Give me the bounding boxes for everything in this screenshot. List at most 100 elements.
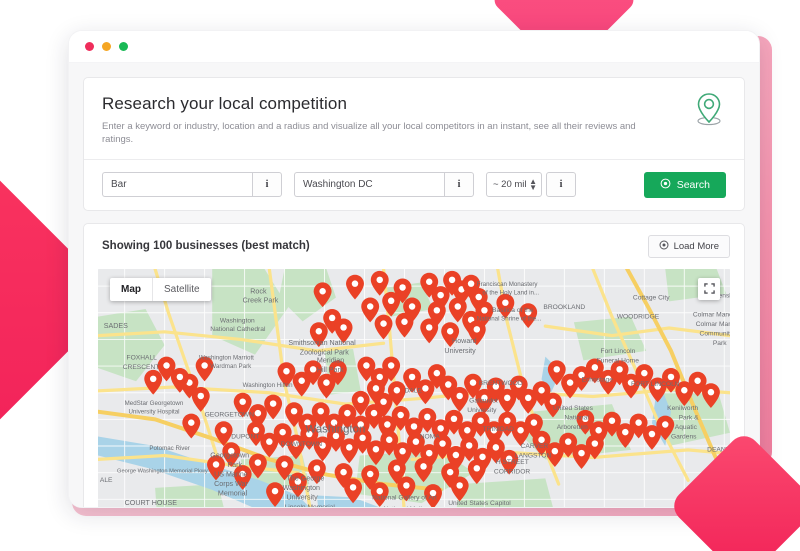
marker-center-dot <box>393 386 401 394</box>
marker-center-dot <box>591 363 599 371</box>
marker-center-dot <box>380 319 387 327</box>
search-button[interactable]: Search <box>643 171 726 198</box>
map-label: Park <box>713 340 727 347</box>
results-header: Showing 100 businesses (best match) Load… <box>84 224 744 269</box>
marker-center-dot <box>551 447 559 455</box>
marker-center-dot <box>450 415 458 422</box>
marker-center-dot <box>239 398 246 405</box>
marker-center-dot <box>481 306 488 314</box>
marker-center-dot <box>403 481 410 489</box>
marker-center-dot <box>197 392 205 399</box>
map-type-tabs[interactable]: Map Satellite <box>110 277 211 301</box>
map-label: Echostage <box>582 376 614 383</box>
map-label: Funeral Home <box>597 357 639 364</box>
marker-center-dot <box>399 447 406 455</box>
map-label: Potomac River <box>149 444 189 451</box>
map-container[interactable]: Rock Creek Park Franciscan Monastery of the… <box>98 268 730 508</box>
marker-center-dot <box>504 394 511 401</box>
marker-center-dot <box>269 399 277 407</box>
map-label: National <box>564 414 589 421</box>
marker-center-dot <box>422 384 429 392</box>
marker-center-dot <box>635 418 642 426</box>
marker-center-dot <box>340 468 347 475</box>
map-label: The George <box>286 474 324 482</box>
marker-center-dot <box>393 464 401 472</box>
radius-value: ~ 20 mil <box>493 179 527 191</box>
window-maximize-button[interactable] <box>119 42 128 51</box>
radius-select[interactable]: ~ 20 mil ▲ ▼ <box>486 172 542 198</box>
marker-center-dot <box>469 379 477 386</box>
map-canvas[interactable]: RockCreek Park Franciscan Monasteryof the… <box>98 268 730 508</box>
marker-center-dot <box>517 426 524 434</box>
map-label: National Gallery of Art <box>372 494 437 501</box>
map-label: DALE <box>404 387 422 394</box>
location-input[interactable] <box>294 172 444 198</box>
marker-center-dot <box>492 443 500 451</box>
window-minimize-button[interactable] <box>102 42 111 51</box>
marker-center-dot <box>188 418 195 426</box>
marker-center-dot <box>412 438 420 445</box>
map-tab-map[interactable]: Map <box>110 278 152 301</box>
marker-center-dot <box>566 379 574 386</box>
map-label: Creek Park <box>243 296 279 304</box>
map-label: Washington <box>283 483 320 491</box>
marker-center-dot <box>504 417 511 424</box>
map-label: Wardman Park <box>210 363 252 370</box>
marker-center-dot <box>662 420 669 428</box>
map-tab-satellite[interactable]: Satellite <box>152 277 211 301</box>
marker-center-dot <box>553 365 560 373</box>
map-label: Park & <box>679 414 700 421</box>
marker-center-dot <box>363 361 370 369</box>
map-label: TRINIDAD <box>483 425 515 432</box>
keyword-input[interactable] <box>102 172 252 198</box>
target-icon <box>659 240 669 253</box>
map-label: DOWNTOWN <box>281 441 322 448</box>
marker-center-dot <box>366 302 374 310</box>
marker-center-dot <box>454 302 462 310</box>
marker-center-dot <box>448 276 456 283</box>
load-more-label: Load More <box>673 240 719 252</box>
map-label: Aquatic <box>675 423 698 430</box>
marker-center-dot <box>220 426 227 434</box>
marker-center-dot <box>366 470 374 477</box>
marker-center-dot <box>344 409 351 416</box>
map-label: Arboretum <box>557 423 589 430</box>
map-label: Franciscan Monastery <box>477 281 539 288</box>
marker-center-dot <box>608 417 616 424</box>
marker-center-dot <box>254 409 262 416</box>
stepper-icon: ▲ ▼ <box>529 176 537 192</box>
keyword-info-button[interactable]: i <box>252 172 282 198</box>
marker-center-dot <box>351 280 359 287</box>
map-label: BROOKLAND <box>543 304 585 311</box>
radius-group: ~ 20 mil ▲ ▼ i <box>486 172 576 198</box>
marker-center-dot <box>386 436 393 443</box>
radius-info-button[interactable]: i <box>546 172 576 198</box>
map-label: Washington Hilton <box>243 382 293 389</box>
marker-center-dot <box>591 439 599 447</box>
marker-center-dot <box>397 411 404 418</box>
marker-center-dot <box>317 407 324 415</box>
map-label: NOMA <box>420 433 441 440</box>
results-summary: Showing 100 businesses (best match) <box>102 240 310 253</box>
location-info-button[interactable]: i <box>444 172 474 198</box>
marker-center-dot <box>315 327 323 335</box>
marker-center-dot <box>425 278 433 285</box>
marker-center-dot <box>384 420 391 428</box>
marker-center-dot <box>372 445 380 453</box>
marker-center-dot <box>372 384 380 392</box>
map-label: Colmar Manor <box>693 311 730 318</box>
marker-center-dot <box>328 314 336 321</box>
marker-center-dot <box>622 428 629 435</box>
search-card-header: Research your local competition Enter a … <box>84 78 744 159</box>
marker-center-dot <box>309 365 317 373</box>
map-label: Gardens <box>671 433 697 440</box>
marker-center-dot <box>648 430 656 437</box>
window-close-button[interactable] <box>85 42 94 51</box>
marker-center-dot <box>446 327 454 335</box>
map-label: Colmar Manor <box>696 321 730 328</box>
load-more-button[interactable]: Load More <box>647 234 730 258</box>
marker-center-dot <box>465 441 473 449</box>
fullscreen-icon[interactable] <box>698 277 720 300</box>
marker-center-dot <box>212 460 220 468</box>
map-label: University Hospital <box>128 408 179 415</box>
